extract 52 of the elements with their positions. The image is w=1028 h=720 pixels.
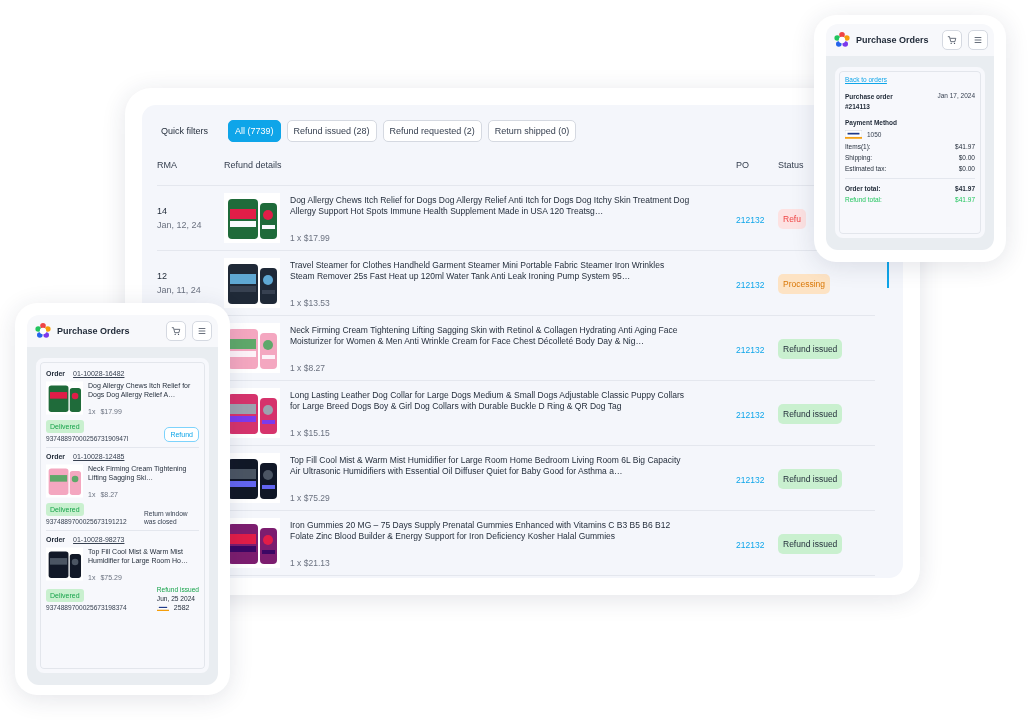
product-title: Top Fill Cool Mist & Warm Mist Humidifier for Large Room Home Bedroom Living Room 6L Big Capacity Air Ultrasonic Humidifiers with Essential Oil Diffuser Quiet for Baby Good for Asthma a… [290,455,682,477]
filters-label: Quick filters [160,126,208,136]
po-link[interactable]: 212132 [736,215,765,225]
po-link[interactable]: 212132 [736,410,765,420]
status-badge: Refund issued [778,403,843,424]
menu-button[interactable] [192,321,212,341]
logo-icon [834,32,850,48]
app-title: Purchase Orders [856,35,930,45]
quantity-price: 1 x $15.15 [290,428,331,438]
product-title: Long Lasting Leather Dog Collar for Large Dogs Medium & Small Dogs Adjustable Classic Puppy Collars for Large Breed Dogs Boy & Girl Dog Collars with Durable Buckle D Ring & QR Dog Tag [290,390,686,412]
filter-chip[interactable]: All (7739) [228,120,281,142]
quantity-price: 1 x $21.13 [290,558,331,568]
cart-button[interactable] [166,321,186,341]
rma-date: Jan, 12, 24 [157,220,203,230]
column-header: Refund details [224,160,283,170]
product-title: Dog Allergy Chews Itch Relief for Dogs Dog Allergy Relief Anti Itch for Dogs Dog Itchy Skin Treatment Dog Allergy Support Hot Spots Immune Health Supplement Made in USA 120 Treatsg… [290,195,690,217]
filter-chip[interactable]: Refund issued (28) [286,120,377,142]
po-link[interactable]: 212132 [736,280,765,290]
quantity-price: 1 x $13.53 [290,298,331,308]
menu-icon [973,35,983,45]
rma-number: 14 [157,206,168,216]
product-title: Travel Steamer for Clothes Handheld Garment Steamer Mini Portable Fabric Steamer Iron Wrinkles Steam Remover 25s Fast Heat up 120ml Water Tank Anti Leak Ironing Pump System 95… [290,260,666,282]
card-icon [845,130,862,139]
po-link[interactable]: 212132 [736,345,765,355]
column-header: Status [778,160,804,170]
quantity-price: 1 x $8.27 [290,363,326,373]
card-icon [156,604,169,611]
status-badge: Refund issued [778,338,843,359]
menu-button[interactable] [968,30,988,50]
status-badge: Processing [778,273,831,294]
cart-icon [947,35,957,45]
status-badge: Refu [778,208,806,229]
po-link[interactable]: 212132 [736,540,765,550]
column-header: RMA [157,160,178,170]
product-title: Neck Firming Cream Tightening Lifting Sagging Skin with Retinol & Collagen Hydrating Anti Aging Face Moisturizer for Women & Men Anti Wrinkle Cream for Face Chest Décolleté Body Day & Nig… [290,325,679,347]
filter-chip[interactable]: Return shipped (0) [487,120,577,142]
quantity-price: 1 x $17.99 [290,233,331,243]
po-link[interactable]: 212132 [736,475,765,485]
rma-date: Jan, 11, 24 [157,285,202,295]
status-badge: Refund issued [778,533,843,554]
product-title: Iron Gummies 20 MG – 75 Days Supply Prenatal Gummies Enhanced with Vitamins C B3 B5 B6 B12 Folate Zinc Blood Builder & Energy Support for Iron Deficiency Kosher Halal Gummies [290,520,672,542]
rma-number: 12 [157,271,168,281]
app-title: Purchase Orders [57,326,131,336]
filter-chip[interactable]: Refund requested (2) [382,120,482,142]
logo-icon [35,323,51,339]
quantity-price: 1 x $75.29 [290,493,331,503]
menu-icon [197,326,207,336]
scrollbar-thumb[interactable] [887,262,889,288]
status-badge: Refund issued [778,468,843,489]
cart-button[interactable] [942,30,962,50]
cart-icon [171,326,181,336]
column-header: PO [736,160,750,170]
